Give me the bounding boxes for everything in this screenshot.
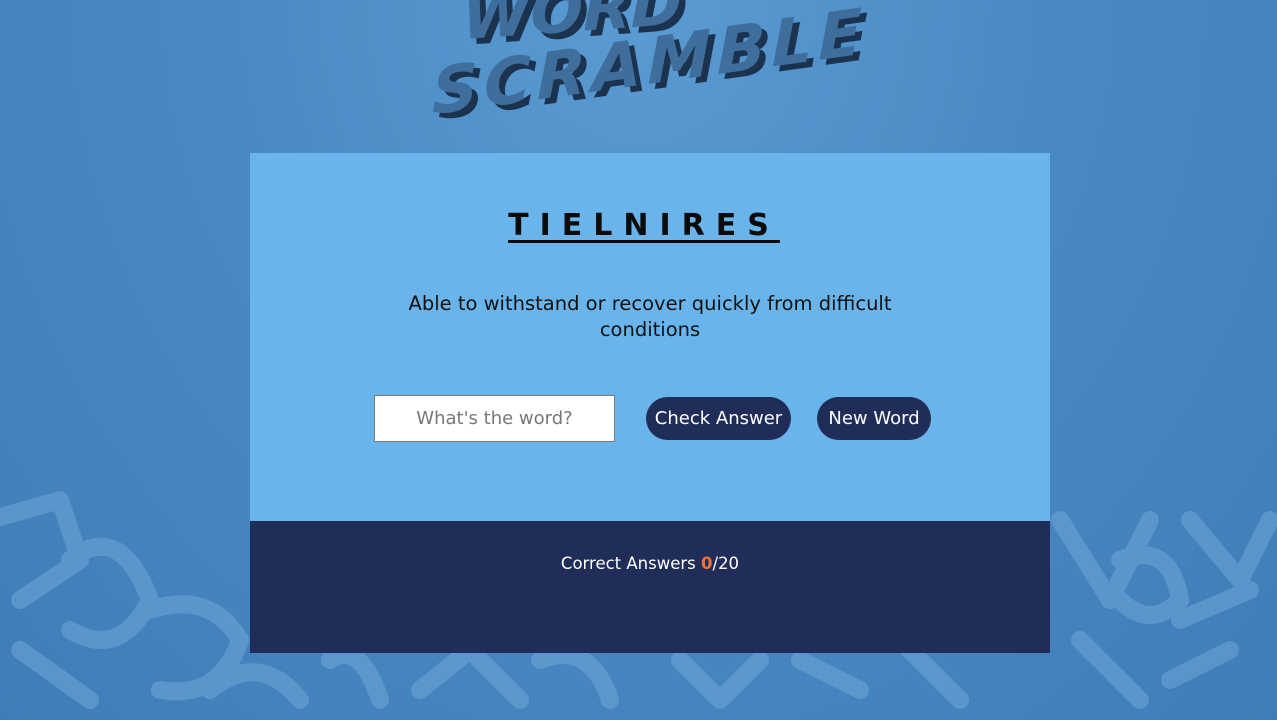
- scrambled-word: TIELNIRES: [0, 208, 1277, 243]
- answer-input[interactable]: [374, 395, 615, 442]
- scrambled-word-text: TIELNIRES: [508, 208, 780, 243]
- check-answer-button[interactable]: Check Answer: [646, 397, 791, 440]
- score-correct-count: 0: [701, 554, 713, 573]
- score-total: 20: [718, 554, 740, 573]
- word-hint: Able to withstand or recover quickly fro…: [408, 292, 892, 341]
- new-word-button[interactable]: New Word: [817, 397, 931, 440]
- score-display: Correct Answers 0/20: [250, 554, 1050, 573]
- word-scramble-logo: WORD WORD SCRAMBLE SCRAMBLE: [432, 0, 868, 135]
- score-label: Correct Answers: [560, 554, 696, 573]
- score-footer: [250, 521, 1050, 653]
